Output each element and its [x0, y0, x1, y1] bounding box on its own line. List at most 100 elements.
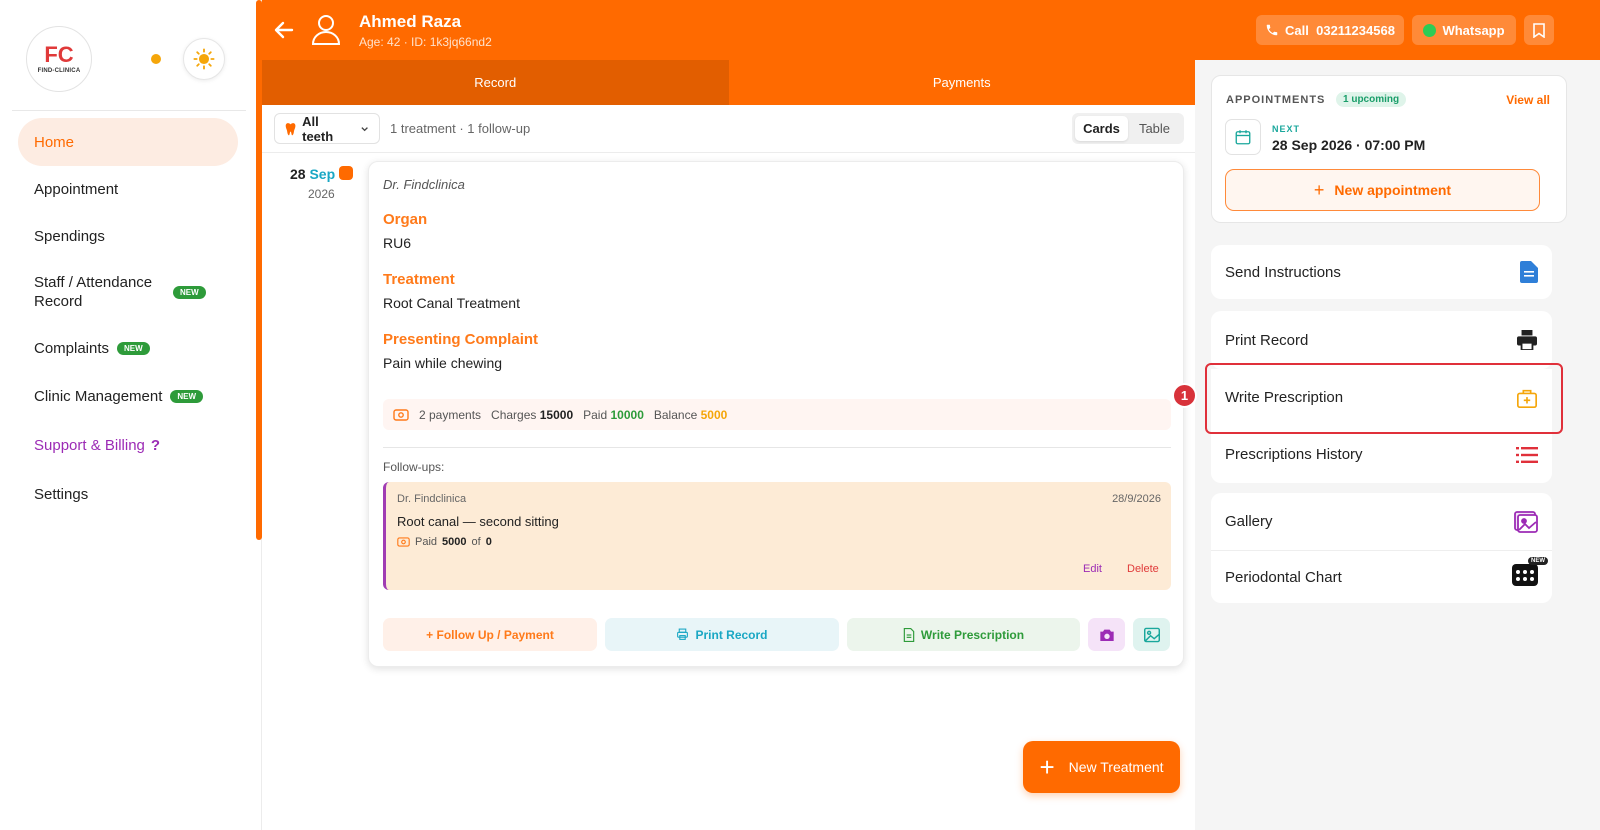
paid-amount: Paid 10000: [583, 407, 644, 422]
write-prescription-panel-button[interactable]: Write Prescription: [1211, 369, 1552, 426]
followup-date: 28/9/2026: [1112, 493, 1161, 505]
sidebar-item-settings[interactable]: Settings: [18, 470, 238, 518]
sidebar-item-home[interactable]: Home: [18, 118, 238, 166]
new-appointment-button[interactable]: + New appointment: [1225, 169, 1540, 211]
printer-icon: [677, 628, 689, 640]
whatsapp-button[interactable]: Whatsapp: [1412, 15, 1516, 45]
gallery-label: Gallery: [1225, 513, 1273, 530]
write-prescription-button[interactable]: Write Prescription: [847, 618, 1080, 651]
patient-name: Ahmed Raza: [359, 12, 462, 31]
gallery-button[interactable]: Gallery: [1211, 493, 1552, 550]
gallery-icon: [1514, 510, 1538, 533]
call-button[interactable]: Call 03211234568: [1256, 15, 1404, 45]
view-all-link[interactable]: View all: [1506, 93, 1550, 107]
list-icon: [1516, 446, 1538, 463]
print-record-label: Print Record: [1225, 331, 1309, 349]
new-badge: NEW: [170, 389, 204, 403]
upcoming-badge: 1 upcoming: [1336, 92, 1407, 107]
sidebar-item-spendings[interactable]: Spendings: [18, 212, 238, 260]
appointments-title: APPOINTMENTS: [1226, 94, 1326, 106]
sun-icon: [193, 48, 215, 70]
doctor-name: Dr. Findclinica: [383, 177, 465, 192]
teeth-grid-icon: [1512, 564, 1538, 586]
timeline-dot: [339, 166, 353, 180]
new-badge: NEW: [117, 341, 150, 355]
logo-mark-letter: C: [57, 42, 74, 67]
followup-delete-link[interactable]: Delete: [1127, 563, 1159, 575]
document-icon: [903, 627, 915, 642]
complaint-label: Presenting Complaint: [383, 331, 539, 348]
view-toggle: Cards Table: [1072, 113, 1184, 144]
calendar-icon: [1225, 119, 1261, 155]
camera-button[interactable]: [1088, 618, 1125, 651]
print-record-label: Print Record: [695, 627, 768, 642]
sidebar-item-label: Home: [34, 133, 75, 151]
sidebar-item-appointment[interactable]: Appointment: [18, 166, 238, 212]
periodontal-chart-button[interactable]: Periodontal Chart NEW: [1211, 550, 1552, 603]
printer-icon: [1517, 330, 1537, 350]
sidebar-item-label: Settings: [34, 485, 89, 503]
followup-doctor: Dr. Findclinica: [397, 493, 467, 505]
step-marker: 1: [1172, 383, 1197, 408]
tab-record[interactable]: Record: [262, 60, 729, 105]
new-treatment-label: New Treatment: [1068, 759, 1164, 775]
plus-icon: +: [1039, 752, 1055, 782]
follow-up-payment-button[interactable]: + Follow Up / Payment: [383, 618, 597, 651]
new-badge: NEW: [173, 285, 206, 299]
sidebar-item-complaints[interactable]: Complaints NEW: [18, 324, 238, 372]
followup-edit-link[interactable]: Edit: [1083, 563, 1102, 575]
print-record-button[interactable]: Print Record: [605, 618, 839, 651]
status-dot: [151, 54, 161, 64]
view-cards-button[interactable]: Cards: [1075, 116, 1128, 141]
charges-amount: Charges 15000: [491, 407, 574, 422]
prescriptions-history-label: Prescriptions History: [1225, 446, 1363, 463]
bookmark-icon: [1533, 22, 1545, 38]
complaint-value: Pain while chewing: [383, 355, 503, 371]
tab-payments[interactable]: Payments: [728, 60, 1195, 105]
send-instructions-label: Send Instructions: [1225, 263, 1341, 281]
payment-summary: 2 payments Charges 15000 Paid 10000 Bala…: [383, 399, 1171, 430]
periodontal-icon-wrap: NEW: [1512, 557, 1548, 590]
balance-amount: Balance 5000: [653, 407, 728, 422]
clinic-logo[interactable]: FC FIND-CLINICA: [26, 26, 92, 92]
help-icon: ?: [150, 436, 161, 454]
sidebar-item-staff-attendance[interactable]: Staff / Attendance Record NEW: [18, 260, 238, 324]
theme-toggle-button[interactable]: [183, 38, 225, 80]
appointments-card: APPOINTMENTS 1 upcoming View all NEXT 28…: [1211, 75, 1567, 223]
whatsapp-icon: [1423, 23, 1437, 37]
gallery-upload-button[interactable]: [1133, 618, 1170, 651]
back-arrow-icon[interactable]: [272, 18, 296, 42]
record-date: 28 Sep: [290, 166, 335, 182]
record-tabs: Record Payments: [262, 60, 1195, 105]
print-record-panel-button[interactable]: Print Record: [1211, 311, 1552, 369]
filter-bar: All teeth 1 treatment · 1 follow-up Card…: [262, 105, 1195, 153]
camera-icon: [1099, 629, 1114, 641]
followup-text: Root canal — second sitting: [397, 514, 559, 529]
sidebar-divider: [12, 110, 246, 111]
phone-icon: [1266, 24, 1278, 36]
user-avatar-icon: [311, 15, 341, 45]
sidebar-item-label: Spendings: [34, 227, 105, 245]
view-table-button[interactable]: Table: [1128, 116, 1181, 141]
teeth-filter-select[interactable]: All teeth: [274, 113, 380, 144]
medical-bag-icon: [1517, 389, 1537, 408]
logo-mark-letter: F: [44, 42, 58, 67]
bookmark-button[interactable]: [1524, 15, 1554, 45]
sidebar-item-label: Complaints: [34, 339, 110, 357]
cash-icon: [397, 537, 410, 547]
sidebar-item-support-billing[interactable]: Support & Billing ?: [18, 420, 238, 470]
send-instructions-button[interactable]: Send Instructions: [1211, 245, 1552, 299]
treatment-value: Root Canal Treatment: [383, 295, 520, 311]
prescriptions-history-button[interactable]: Prescriptions History: [1211, 426, 1552, 483]
new-treatment-button[interactable]: + New Treatment: [1023, 741, 1180, 793]
plus-icon: +: [1313, 179, 1325, 200]
chevron-down-icon: [361, 126, 368, 131]
image-icon: [1143, 627, 1160, 642]
tooth-icon: [285, 122, 296, 135]
sidebar-item-clinic-management[interactable]: Clinic Management NEW: [18, 372, 238, 420]
filter-summary: 1 treatment · 1 follow-up: [390, 121, 531, 136]
teeth-filter-label: All teeth: [302, 113, 334, 144]
followup-paid: Paid 5000 of 0: [397, 536, 492, 548]
patient-meta: Age: 42 · ID: 1k3jq66nd2: [359, 35, 492, 49]
write-prescription-label: Write Prescription: [1225, 389, 1344, 406]
